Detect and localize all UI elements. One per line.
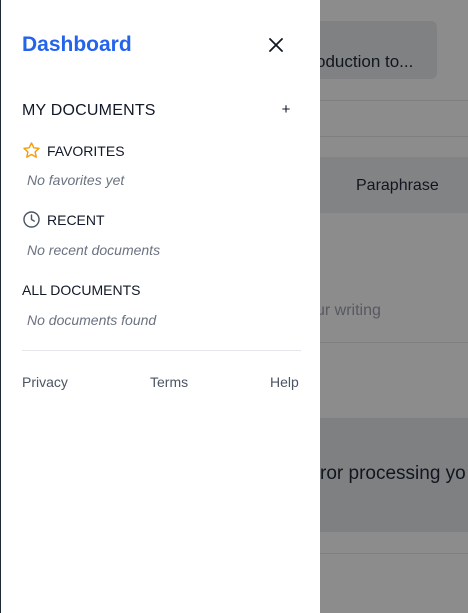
favorites-heading: FAVORITES <box>22 141 125 160</box>
all-documents-empty-text: No documents found <box>27 312 157 328</box>
my-documents-heading: MY DOCUMENTS <box>22 102 156 119</box>
terms-link[interactable]: Terms <box>150 374 188 390</box>
all-documents-heading: ALL DOCUMENTS <box>22 282 141 298</box>
close-icon <box>269 38 283 52</box>
favorites-label: FAVORITES <box>47 142 125 159</box>
star-icon <box>23 142 40 158</box>
all-documents-label: ALL DOCUMENTS <box>22 282 141 298</box>
recent-label: RECENT <box>47 211 105 228</box>
drawer-divider <box>22 350 301 351</box>
favorites-empty-text: No favorites yet <box>27 172 125 188</box>
dashboard-drawer: Dashboard MY DOCUMENTS + FAVORITES No fa… <box>0 0 320 613</box>
add-document-button[interactable]: + <box>279 102 293 118</box>
drawer-title: Dashboard <box>22 33 132 56</box>
help-link[interactable]: Help <box>270 374 299 390</box>
recent-heading: RECENT <box>22 210 105 229</box>
close-button[interactable] <box>264 33 288 57</box>
clock-icon <box>23 211 40 228</box>
recent-empty-text: No recent documents <box>27 242 161 258</box>
privacy-link[interactable]: Privacy <box>22 374 68 390</box>
